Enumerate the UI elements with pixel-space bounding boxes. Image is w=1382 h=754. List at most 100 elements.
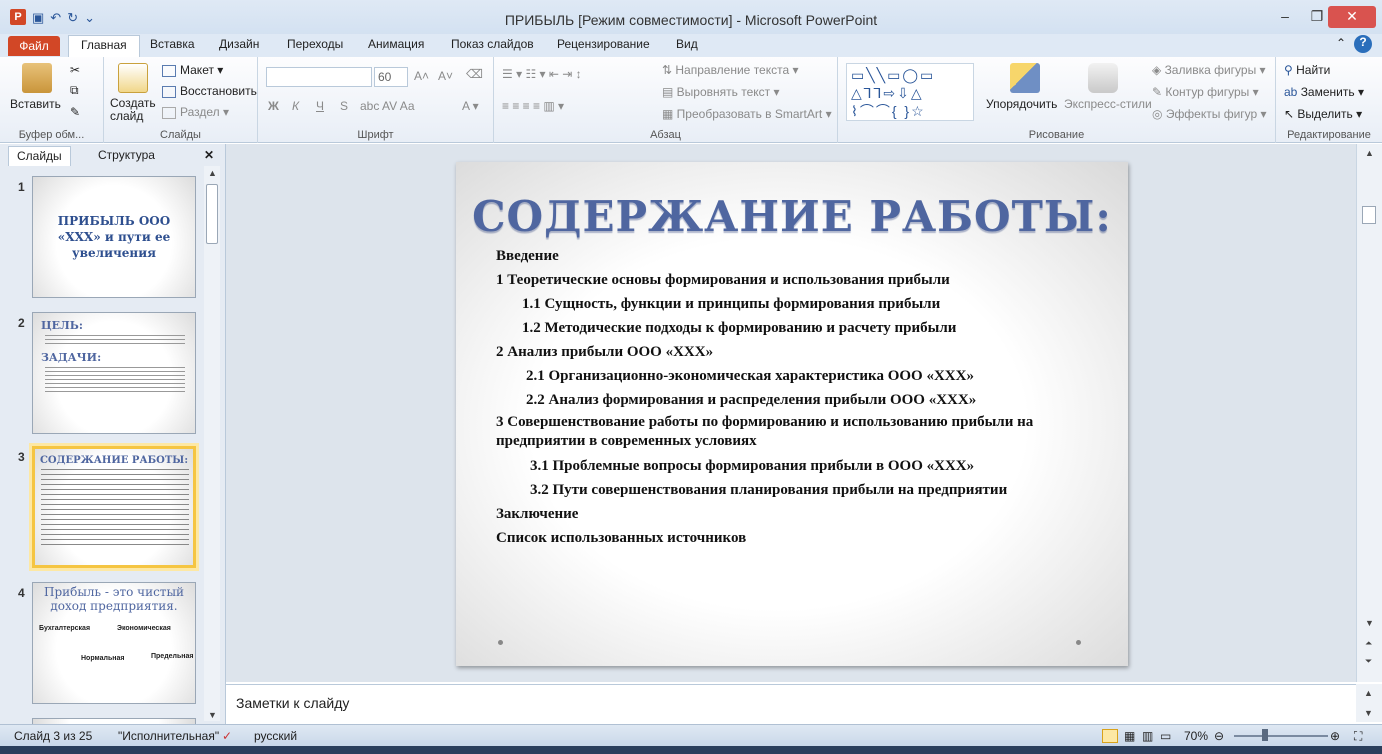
minimize-ribbon-icon[interactable]: ⌃ xyxy=(1336,36,1346,50)
zoom-out-icon[interactable]: ⊖ xyxy=(1214,729,1224,743)
theme-name[interactable]: "Исполнительная" xyxy=(118,729,219,743)
font-size-field[interactable]: 60 xyxy=(374,67,408,87)
close-pane-icon[interactable]: ✕ xyxy=(196,146,222,166)
reset-button[interactable]: Восстановить xyxy=(162,84,257,98)
slide-sorter-icon[interactable]: ▦ xyxy=(1124,729,1135,743)
window-title: ПРИБЫЛЬ [Режим совместимости] - Microsof… xyxy=(504,12,878,28)
ribbon-tabs: Файл Главная Вставка Дизайн Переходы Ани… xyxy=(0,34,1382,59)
notes-placeholder[interactable]: Заметки к слайду xyxy=(236,695,349,711)
notes-pane[interactable]: Заметки к слайду xyxy=(226,684,1356,722)
smartart-label: Преобразовать в SmartArt xyxy=(676,107,823,121)
thumb-title: СОДЕРЖАНИЕ РАБОТЫ: xyxy=(39,455,189,466)
prev-slide-icon[interactable]: ⏶ xyxy=(1365,638,1372,649)
current-slide[interactable]: СОДЕРЖАНИЕ РАБОТЫ: Введение 1 Теоретическ… xyxy=(456,162,1128,666)
slide-editor: СОДЕРЖАНИЕ РАБОТЫ: Введение 1 Теоретическ… xyxy=(226,144,1356,682)
slide-thumbnail-3[interactable]: СОДЕРЖАНИЕ РАБОТЫ: xyxy=(29,443,199,571)
tab-transitions[interactable]: Переходы xyxy=(287,37,343,51)
thumb-text-lines xyxy=(45,335,185,347)
minimize-button[interactable]: – xyxy=(1270,6,1300,28)
clear-format-icon[interactable]: ⌫ xyxy=(466,67,483,81)
tab-insert[interactable]: Вставка xyxy=(150,37,195,51)
scroll-down-icon[interactable]: ▼ xyxy=(1364,708,1373,718)
tab-view[interactable]: Вид xyxy=(676,37,698,51)
italic-button[interactable]: К xyxy=(292,99,299,113)
scroll-down-icon[interactable]: ▼ xyxy=(208,710,217,720)
normal-view-icon[interactable] xyxy=(1102,729,1118,743)
shape-outline-label: Контур фигуры xyxy=(1165,85,1250,99)
shape-fill-button[interactable]: ◈ Заливка фигуры ▾ xyxy=(1152,63,1266,77)
find-button[interactable]: ⚲ Найти xyxy=(1284,63,1330,77)
arrange-button[interactable]: Упорядочить xyxy=(986,97,1057,111)
smartart-button[interactable]: ▦ Преобразовать в SmartArt ▾ xyxy=(662,107,832,121)
slide-title[interactable]: СОДЕРЖАНИЕ РАБОТЫ: xyxy=(456,192,1128,241)
scroll-thumb[interactable] xyxy=(206,184,218,244)
zoom-slider-handle[interactable] xyxy=(1262,729,1268,741)
replace-button[interactable]: ab Заменить ▾ xyxy=(1284,85,1364,99)
char-spacing-icon[interactable]: abc AV Aa xyxy=(360,99,415,113)
help-icon[interactable]: ? xyxy=(1354,35,1372,53)
text-direction-button[interactable]: ⇅ Направление текста ▾ xyxy=(662,63,799,77)
clipboard-label: Буфер обм... xyxy=(18,129,85,141)
tab-animations[interactable]: Анимация xyxy=(368,37,424,51)
align-text-button[interactable]: ▤ Выровнять текст ▾ xyxy=(662,85,780,99)
slideshow-icon[interactable]: ▭ xyxy=(1160,729,1171,743)
scroll-up-icon[interactable]: ▲ xyxy=(1364,688,1373,698)
close-button[interactable]: ✕ xyxy=(1328,6,1376,28)
format-painter-icon[interactable]: ✎ xyxy=(70,105,80,119)
strikethrough-button[interactable]: S xyxy=(340,99,348,113)
slide-thumbnail-1[interactable]: ПРИБЫЛЬ ООО «ХХХ» и пути ее увеличения xyxy=(32,176,196,298)
slide-scrollbar[interactable]: ▲ ▼ ⏶ ⏷ xyxy=(1356,144,1382,682)
tab-slides[interactable]: Слайды xyxy=(8,146,71,166)
section-button[interactable]: Раздел ▾ xyxy=(162,105,229,119)
underline-button[interactable]: Ч xyxy=(316,99,324,113)
shape-effects-button[interactable]: ◎ Эффекты фигур ▾ xyxy=(1152,107,1267,121)
tab-design[interactable]: Дизайн xyxy=(219,37,259,51)
shape-effects-icon: ◎ xyxy=(1152,107,1166,121)
scroll-up-icon[interactable]: ▲ xyxy=(208,168,217,178)
font-label: Шрифт xyxy=(357,129,394,141)
bullets-icon[interactable]: ☰ ▾ ☷ ▾ ⇤ ⇥ ↕ xyxy=(502,67,582,81)
language[interactable]: русский xyxy=(254,729,297,743)
reading-view-icon[interactable]: ▥ xyxy=(1142,729,1153,743)
scroll-up-icon[interactable]: ▲ xyxy=(1365,148,1374,158)
font-name-field[interactable] xyxy=(266,67,372,87)
zoom-level[interactable]: 70% xyxy=(1184,729,1208,743)
tab-file[interactable]: Файл xyxy=(8,36,60,56)
cut-icon[interactable]: ✂ xyxy=(70,63,80,77)
ribbon: Вставить ✂ ⧉ ✎ Буфер обм... Создать слай… xyxy=(0,57,1382,143)
bold-button[interactable]: Ж xyxy=(268,99,279,113)
tab-home[interactable]: Главная xyxy=(68,35,140,59)
font-color-icon[interactable]: A ▾ xyxy=(462,99,479,113)
tab-outline[interactable]: Структура xyxy=(90,146,163,166)
shrink-font-button[interactable]: A˅ xyxy=(438,69,453,83)
layout-icon xyxy=(162,64,176,77)
notes-scrollbar[interactable]: ▲ ▼ xyxy=(1356,684,1382,722)
text-direction-icon: ⇅ xyxy=(662,63,676,77)
copy-icon[interactable]: ⧉ xyxy=(70,83,79,98)
scroll-down-icon[interactable]: ▼ xyxy=(1365,618,1374,628)
grow-font-button[interactable]: A˄ xyxy=(414,69,429,83)
slide-thumbnail-4[interactable]: Прибыль - это чистый доход предприятия. … xyxy=(32,582,196,704)
quick-styles-button[interactable]: Экспресс-стили xyxy=(1064,97,1152,111)
new-slide-button[interactable]: Создать слайд xyxy=(110,97,156,123)
tab-review[interactable]: Рецензирование xyxy=(557,37,650,51)
fit-window-icon[interactable]: ⛶ xyxy=(1354,729,1362,744)
align-icons[interactable]: ≡ ≡ ≡ ≡ ▥ ▾ xyxy=(502,99,564,113)
zoom-slider[interactable] xyxy=(1234,735,1328,737)
table-of-contents[interactable]: Введение 1 Теоретические основы формирова… xyxy=(496,244,1096,550)
clipboard-group: Вставить ✂ ⧉ ✎ Буфер обм... xyxy=(0,57,104,143)
select-button[interactable]: ↖ Выделить ▾ xyxy=(1284,107,1362,121)
shape-outline-button[interactable]: ✎ Контур фигуры ▾ xyxy=(1152,85,1259,99)
scroll-thumb[interactable] xyxy=(1362,206,1376,224)
paste-button[interactable]: Вставить xyxy=(10,97,61,111)
next-slide-icon[interactable]: ⏷ xyxy=(1365,656,1372,667)
slide-thumbnail-2[interactable]: ЦЕЛЬ: ЗАДАЧИ: xyxy=(32,312,196,434)
thumbnails-scrollbar[interactable]: ▲ ▼ xyxy=(204,166,220,721)
tab-slideshow[interactable]: Показ слайдов xyxy=(451,37,534,51)
zoom-in-icon[interactable]: ⊕ xyxy=(1330,729,1340,743)
toc-item: Введение xyxy=(496,248,559,264)
spell-check-icon[interactable]: ✓ xyxy=(222,729,232,743)
slides-label: Слайды xyxy=(160,129,201,141)
shapes-gallery[interactable]: ▭╲╲▭◯▭ △⅂⅂⇨⇩△ ⌇⌒⌒{ }☆ xyxy=(846,63,974,121)
layout-button[interactable]: Макет ▾ xyxy=(162,63,223,77)
